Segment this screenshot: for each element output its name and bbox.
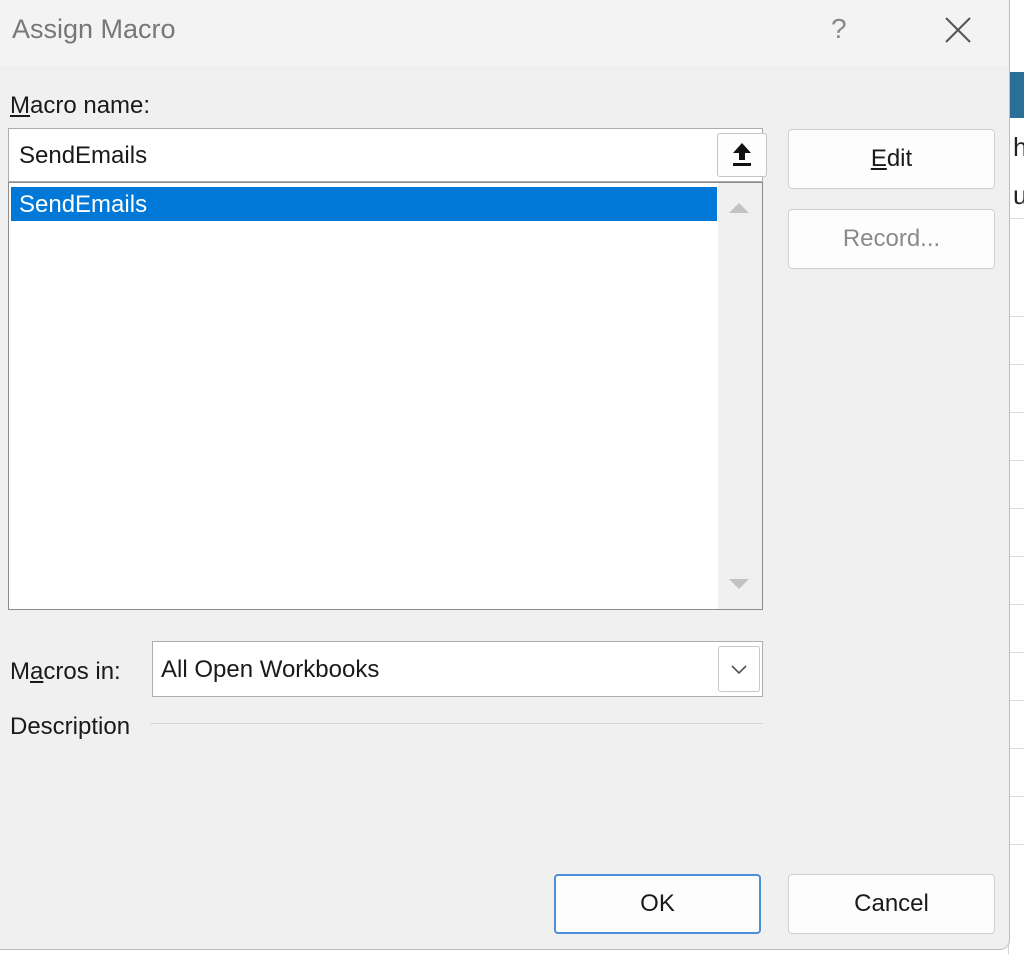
background-gridline: [1009, 412, 1024, 413]
background-gridline: [1009, 652, 1024, 653]
accelerator-key: M: [10, 92, 30, 119]
macro-name-input[interactable]: SendEmails: [8, 128, 767, 182]
chevron-down-icon[interactable]: [718, 646, 760, 692]
macros-in-label: Macros in:: [10, 658, 121, 686]
title-bar: Assign Macro ?: [0, 0, 1008, 66]
label-text: cros in:: [43, 658, 121, 685]
background-gridline: [1009, 218, 1024, 219]
background-gridline: [1009, 508, 1024, 509]
vertical-scrollbar[interactable]: [718, 183, 762, 609]
background-gridline: [1009, 700, 1024, 701]
macro-listbox[interactable]: SendEmails: [8, 182, 763, 610]
collapse-button[interactable]: [717, 133, 767, 177]
macros-in-dropdown[interactable]: All Open Workbooks: [152, 641, 763, 697]
background-gridline: [1009, 556, 1024, 557]
background-gridline: [1009, 364, 1024, 365]
assign-macro-dialog: Assign Macro ? Macro name: SendEmails Se…: [0, 0, 1010, 950]
edit-button[interactable]: Edit: [788, 129, 995, 189]
background-header-bar: [1009, 72, 1024, 118]
help-button[interactable]: ?: [831, 13, 847, 45]
background-gridline: [1009, 844, 1024, 845]
accelerator-key: E: [870, 145, 887, 172]
background-gridline: [1009, 460, 1024, 461]
arrow-up-icon: [733, 143, 751, 166]
ok-button[interactable]: OK: [554, 874, 761, 934]
background-gridline: [1009, 748, 1024, 749]
macros-in-value: All Open Workbooks: [161, 656, 380, 683]
description-divider: [150, 723, 763, 724]
scroll-up-icon[interactable]: [729, 203, 749, 213]
background-gridline: [1009, 604, 1024, 605]
background-gridline: [1009, 316, 1024, 317]
background-cell-fragment: u: [1013, 180, 1024, 210]
list-item-label: SendEmails: [19, 191, 148, 218]
macro-name-label: Macro name:: [10, 92, 150, 120]
close-icon[interactable]: [938, 10, 978, 50]
cancel-button[interactable]: Cancel: [788, 874, 995, 934]
list-item[interactable]: SendEmails: [11, 187, 717, 221]
label-text: M: [10, 658, 30, 685]
accelerator-key: a: [30, 658, 44, 685]
background-cell-fragment: h: [1013, 132, 1024, 162]
scroll-down-icon[interactable]: [729, 579, 749, 589]
dialog-title: Assign Macro: [12, 14, 176, 44]
description-label: Description: [10, 713, 131, 740]
label-text: acro name:: [30, 92, 151, 119]
macro-name-value: SendEmails: [19, 142, 148, 169]
background-gridline: [1009, 796, 1024, 797]
record-button[interactable]: Record...: [788, 209, 995, 269]
button-label: dit: [886, 145, 913, 172]
background-spreadsheet: h u: [1008, 0, 1024, 954]
